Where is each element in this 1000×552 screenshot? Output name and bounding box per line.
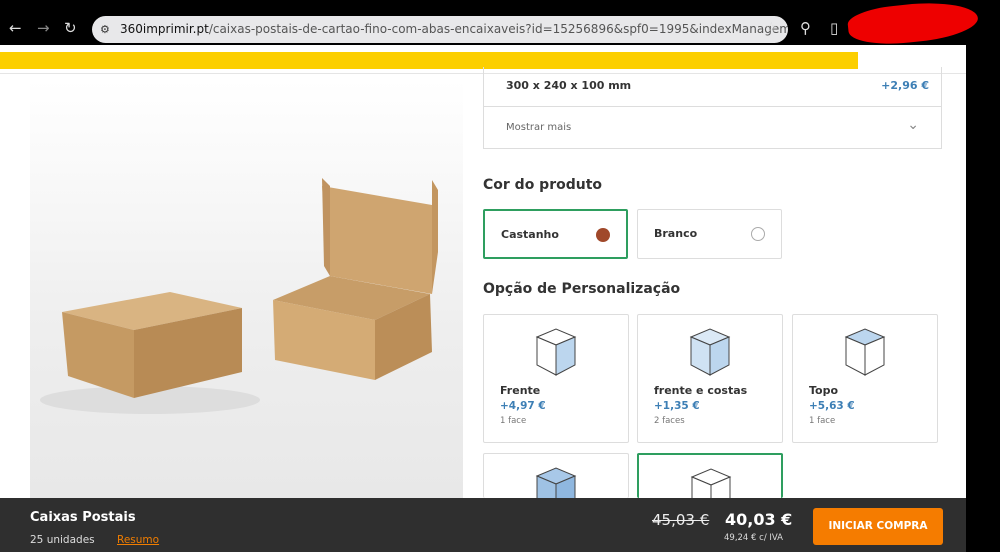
site-info-icon[interactable]: ⚙	[100, 16, 110, 43]
color-section-title: Cor do produto	[483, 177, 603, 193]
reload-icon[interactable]: ↻	[64, 19, 77, 37]
box-front-back-icon	[689, 328, 731, 376]
personalization-option-topo[interactable]: Topo +5,63 € 1 face	[792, 314, 938, 443]
forward-icon[interactable]: →	[37, 19, 50, 37]
address-bar[interactable]: ⚙ 360imprimir.pt/caixas-postais-de-carta…	[92, 16, 788, 43]
box-front-icon	[535, 328, 577, 376]
extensions-puzzle-icon[interactable]: ▯	[830, 19, 838, 37]
size-option[interactable]: 300 x 240 x 100 mm +2,96 €	[484, 67, 941, 107]
personalization-option-frente[interactable]: Frente +4,97 € 1 face	[483, 314, 629, 443]
purchase-bar: Caixas Postais 25 unidades Resumo 45,03 …	[0, 498, 966, 552]
size-list: 300 x 240 x 100 mm +2,96 € Mostrar mais …	[483, 67, 942, 149]
price-with-vat: 49,24 € c/ IVA	[724, 533, 783, 543]
redaction-mark	[846, 0, 980, 49]
summary-link[interactable]: Resumo	[117, 534, 159, 546]
personalization-option-frente-e-costas[interactable]: frente e costas +1,35 € 2 faces	[637, 314, 783, 443]
chevron-down-icon: ⌄	[907, 117, 919, 133]
bookmark-star-icon[interactable]: ☆	[765, 20, 778, 36]
brown-swatch-icon	[596, 228, 610, 242]
start-purchase-button[interactable]: INICIAR COMPRA	[813, 508, 943, 545]
browser-toolbar: ← → ↻ ⚙ 360imprimir.pt/caixas-postais-de…	[0, 0, 1000, 49]
box-plain-icon	[690, 468, 732, 499]
personalization-section-title: Opção de Personalização	[483, 281, 681, 297]
back-icon[interactable]: ←	[9, 19, 22, 37]
product-page: 300 x 240 x 100 mm +2,96 € Mostrar mais …	[0, 45, 966, 499]
extension-icon[interactable]: ⚲	[800, 19, 811, 37]
color-option-branco[interactable]: Branco	[637, 209, 782, 259]
box-all-faces-icon	[535, 467, 577, 498]
product-image	[30, 80, 463, 498]
white-swatch-icon	[751, 227, 765, 241]
box-top-icon	[844, 328, 886, 376]
current-price: 40,03 €	[725, 510, 793, 529]
show-more-button[interactable]: Mostrar mais ⌄	[484, 107, 941, 149]
color-option-castanho[interactable]: Castanho	[483, 209, 628, 259]
personalization-option-none[interactable]	[637, 453, 783, 499]
old-price: 45,03 €	[652, 511, 710, 529]
personalization-option-all[interactable]	[483, 453, 629, 498]
